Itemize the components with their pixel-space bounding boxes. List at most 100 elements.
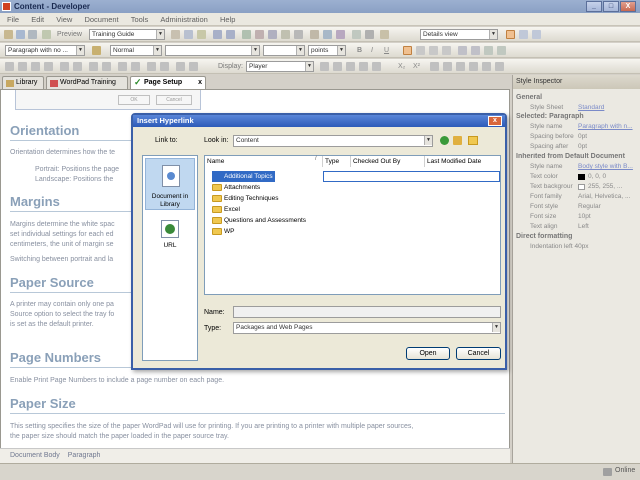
media-icon[interactable] [336, 30, 345, 39]
align-justify-icon[interactable] [442, 46, 451, 55]
change-case-icon[interactable] [372, 62, 381, 71]
column-type[interactable]: Type [323, 156, 351, 167]
comment-icon[interactable] [469, 62, 478, 71]
column-checked-out-by[interactable]: Checked Out By [351, 156, 425, 167]
outdent-icon[interactable] [484, 46, 493, 55]
save-icon[interactable] [28, 30, 37, 39]
symbol-icon[interactable] [310, 30, 319, 39]
source-icon[interactable] [495, 62, 504, 71]
hr-icon[interactable] [443, 62, 452, 71]
cell-props-icon[interactable] [102, 62, 111, 71]
align-center-icon[interactable] [416, 46, 425, 55]
tab-library[interactable]: Library [2, 76, 44, 89]
cancel-button[interactable]: Cancel [456, 347, 501, 360]
clear-format-icon[interactable] [346, 62, 355, 71]
insert-row-icon[interactable] [5, 62, 14, 71]
font-style-select[interactable]: Normal ▼ [110, 45, 162, 56]
section-selected[interactable]: Selected: Paragraph [516, 113, 584, 120]
autofit-icon[interactable] [189, 62, 198, 71]
delete-row-icon[interactable] [31, 62, 40, 71]
superscript-button[interactable]: X² [413, 59, 420, 74]
close-button[interactable]: X [620, 1, 636, 12]
image-icon[interactable] [281, 30, 290, 39]
column-name[interactable]: Name [205, 156, 323, 167]
up-folder-icon[interactable] [453, 136, 462, 145]
menu-file[interactable]: File [7, 15, 19, 24]
open-icon[interactable] [16, 30, 25, 39]
maximize-button[interactable]: □ [603, 1, 619, 12]
split-icon[interactable] [519, 30, 528, 39]
paste-icon[interactable] [197, 30, 206, 39]
type-select[interactable]: Packages and Web Pages ▼ [233, 322, 501, 334]
font-name-select[interactable]: ▼ [165, 45, 260, 56]
new-icon[interactable] [4, 30, 13, 39]
delete-column-icon[interactable] [44, 62, 53, 71]
file-row[interactable]: Editing Techniques [205, 193, 500, 204]
indent-icon[interactable] [497, 46, 506, 55]
cut-icon[interactable] [171, 30, 180, 39]
font-color-icon[interactable] [333, 62, 342, 71]
open-button[interactable]: Open [406, 347, 450, 360]
path-document-body[interactable]: Document Body [10, 452, 60, 459]
table-props-icon[interactable] [89, 62, 98, 71]
bold-button[interactable]: B [357, 43, 362, 58]
style-name-link[interactable]: Paragraph with n... [578, 123, 640, 130]
file-row[interactable]: Questions and Assessments [205, 215, 500, 226]
file-row[interactable]: Excel [205, 204, 500, 215]
name-input[interactable] [233, 306, 501, 318]
menu-document[interactable]: Document [84, 15, 118, 24]
close-tab-icon[interactable]: x [198, 77, 202, 89]
sort-icon[interactable] [147, 62, 156, 71]
back-icon[interactable] [440, 136, 449, 145]
italic-button[interactable]: I [371, 43, 373, 58]
align-left-icon[interactable] [403, 46, 412, 55]
subscript-button[interactable]: X₂ [398, 59, 405, 74]
valign-icon[interactable] [176, 62, 185, 71]
file-row[interactable]: Additional Topics [205, 171, 500, 182]
stylesheet-link[interactable]: Standard [578, 104, 640, 111]
units-select[interactable]: points ▼ [308, 45, 346, 56]
highlight-icon[interactable] [320, 62, 329, 71]
properties-icon[interactable] [352, 30, 361, 39]
help-icon[interactable] [380, 30, 389, 39]
special-char-icon[interactable] [430, 62, 439, 71]
align-right-icon[interactable] [429, 46, 438, 55]
column-last-modified[interactable]: Last Modified Date [425, 156, 500, 167]
paragraph-style-select[interactable]: Paragraph with no ... ▼ [5, 45, 85, 56]
copy-icon[interactable] [184, 30, 193, 39]
grid-icon[interactable] [365, 30, 374, 39]
preview-button[interactable]: Preview [57, 27, 82, 42]
look-in-select[interactable]: Content ▼ [233, 135, 433, 147]
display-select[interactable]: Player ▼ [246, 61, 314, 72]
strikethrough-icon[interactable] [359, 62, 368, 71]
bullets-icon[interactable] [458, 46, 467, 55]
style-brush-icon[interactable] [92, 46, 101, 55]
stylesheet-select[interactable]: Training Guide ▼ [89, 29, 165, 40]
menu-tools[interactable]: Tools [131, 15, 149, 24]
file-row[interactable]: Attachments [205, 182, 500, 193]
merge-cells-icon[interactable] [60, 62, 69, 71]
menu-view[interactable]: View [56, 15, 72, 24]
file-row[interactable]: WP [205, 226, 500, 237]
redo-icon[interactable] [226, 30, 235, 39]
style-name-link[interactable]: Body style with B... [578, 163, 640, 170]
layout-icon[interactable] [506, 30, 515, 39]
path-paragraph[interactable]: Paragraph [68, 452, 101, 459]
formula-icon[interactable] [160, 62, 169, 71]
menu-administration[interactable]: Administration [160, 15, 208, 24]
link-option-document-in-library[interactable]: Document in Library [145, 158, 195, 210]
section-general[interactable]: General [516, 94, 542, 101]
underline-button[interactable]: U [384, 43, 389, 58]
numbering-icon[interactable] [471, 46, 480, 55]
view-select[interactable]: Details view ▼ [420, 29, 498, 40]
borders-icon[interactable] [118, 62, 127, 71]
minimize-button[interactable]: _ [586, 1, 602, 12]
split-cells-icon[interactable] [73, 62, 82, 71]
section-direct[interactable]: Direct formatting [516, 233, 572, 240]
tab-wordpad-training[interactable]: WordPad Training [46, 76, 128, 89]
menu-edit[interactable]: Edit [31, 15, 44, 24]
print-icon[interactable] [42, 30, 51, 39]
link-icon[interactable] [294, 30, 303, 39]
menu-help[interactable]: Help [220, 15, 235, 24]
track-icon[interactable] [482, 62, 491, 71]
